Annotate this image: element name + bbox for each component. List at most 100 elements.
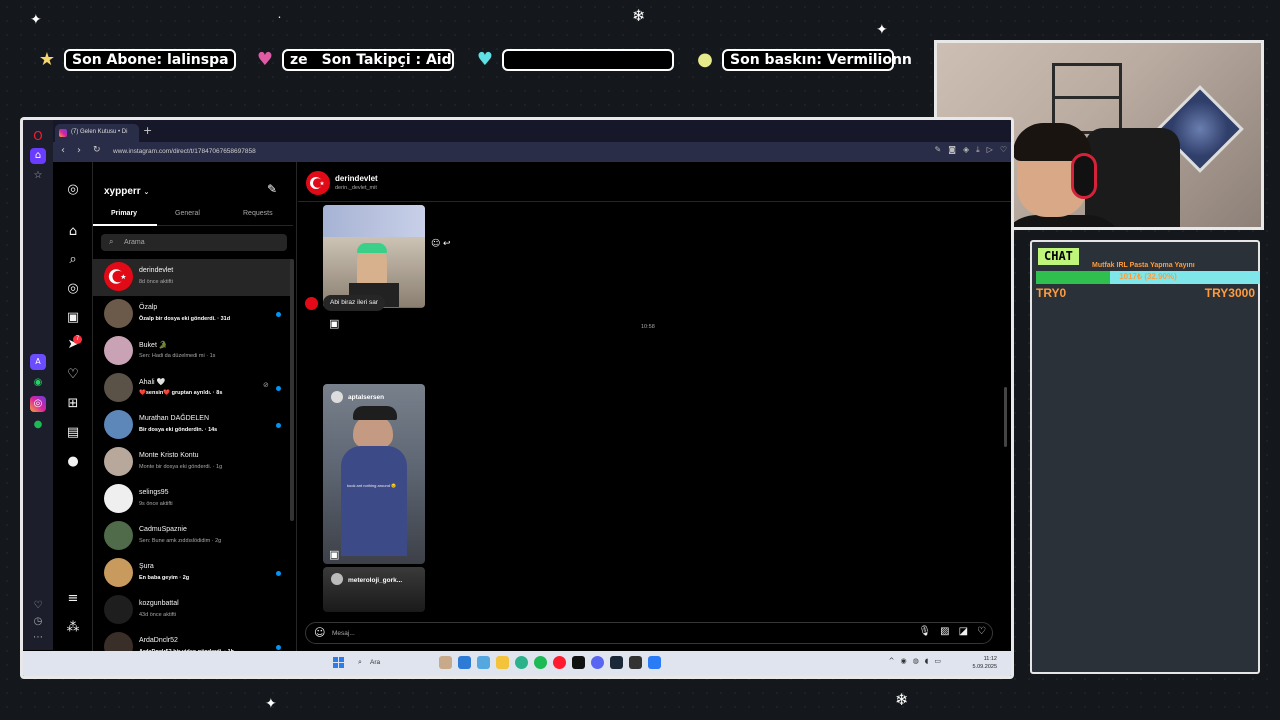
tab-primary[interactable]: Primary bbox=[111, 210, 137, 217]
url-field[interactable]: www.instagram.com/direct/t/1784706765869… bbox=[113, 148, 256, 155]
taskbar-clock[interactable]: 11:12 5.09.2025 bbox=[973, 655, 997, 671]
conversation-item[interactable]: Şura En baba geyim · 2g bbox=[93, 555, 293, 592]
conversation-item[interactable]: ArdaDnclr52ArdaDnclr52 bir video gönderd… bbox=[93, 629, 293, 652]
history-icon[interactable]: ◷ bbox=[30, 614, 46, 630]
play-icon[interactable]: ▷ bbox=[987, 145, 993, 155]
reels-icon[interactable]: ▣ bbox=[65, 310, 81, 326]
image-icon[interactable]: ▨ bbox=[940, 626, 949, 637]
search-input[interactable]: ⌕ Arama bbox=[101, 234, 287, 251]
thread-header[interactable]: derindevlet derin._devlet_mit bbox=[298, 162, 1011, 202]
opera-logo-icon[interactable]: O bbox=[30, 128, 46, 144]
account-switcher[interactable]: xypperr ⌄ bbox=[104, 186, 149, 197]
spotify-icon[interactable]: ● bbox=[30, 417, 46, 433]
spotify-icon[interactable] bbox=[534, 656, 547, 669]
react-icon[interactable]: ☺ bbox=[431, 239, 440, 249]
compose-icon[interactable]: ✎ bbox=[267, 182, 277, 196]
home-icon[interactable]: ⌂ bbox=[30, 148, 46, 164]
inbox-scrollbar[interactable] bbox=[290, 259, 294, 521]
tab-general[interactable]: General bbox=[175, 210, 200, 217]
conversation-item[interactable]: CadmuSpaznie Sen: Bune amk zıddıslödidim … bbox=[93, 518, 293, 555]
heart-icon[interactable]: ♡ bbox=[30, 598, 46, 614]
avatar[interactable] bbox=[104, 447, 133, 476]
tab-requests[interactable]: Requests bbox=[243, 210, 273, 217]
network-icon[interactable]: ◉ bbox=[900, 657, 906, 665]
back-icon[interactable]: ‹ bbox=[61, 145, 65, 156]
avatar[interactable] bbox=[104, 373, 133, 402]
menu-icon[interactable]: ≡ bbox=[65, 591, 81, 607]
meta-apps-icon[interactable]: ⁂ bbox=[65, 620, 81, 636]
reply-icon[interactable]: ↩ bbox=[443, 239, 451, 249]
windows-start-icon[interactable] bbox=[333, 657, 344, 668]
avatar[interactable] bbox=[104, 299, 133, 328]
thread-avatar[interactable] bbox=[306, 171, 330, 195]
instagram-icon[interactable]: ◎ bbox=[30, 396, 46, 412]
avatar[interactable] bbox=[104, 410, 133, 439]
browser-tab[interactable]: (7) Gelen Kutusu • Di bbox=[55, 124, 139, 142]
explore-icon[interactable]: ◎ bbox=[65, 281, 81, 297]
avatar[interactable] bbox=[104, 521, 133, 550]
message-input[interactable]: ☺ Mesaj... 🎙︎ ▨ ◪ ♡ bbox=[305, 622, 993, 644]
conversation-item[interactable]: selings95 9s önce aktifti bbox=[93, 481, 293, 518]
sticker-icon[interactable]: ◪ bbox=[959, 626, 968, 637]
edge-icon[interactable] bbox=[515, 656, 528, 669]
conversation-item[interactable]: derindevlet 8d önce aktifti bbox=[93, 259, 293, 296]
app-icon[interactable] bbox=[648, 656, 661, 669]
star-icon[interactable]: ☆ bbox=[30, 168, 46, 184]
follower-scroll-prefix: ze bbox=[290, 52, 308, 68]
shared-reel[interactable] bbox=[323, 205, 425, 308]
thread-scrollbar[interactable] bbox=[1004, 387, 1007, 447]
new-tab-icon[interactable]: + bbox=[143, 124, 152, 137]
edit-icon[interactable]: ✎ bbox=[935, 145, 942, 155]
profile-icon[interactable]: ● bbox=[65, 454, 81, 470]
avatar[interactable] bbox=[104, 484, 133, 513]
avatar[interactable] bbox=[104, 262, 133, 291]
mic-icon[interactable]: ◍ bbox=[913, 657, 919, 665]
volume-icon[interactable]: ◖ bbox=[925, 657, 929, 665]
chevron-up-icon[interactable]: ^ bbox=[889, 657, 895, 665]
shared-reel-3[interactable]: meteroloji_gork... bbox=[323, 567, 425, 612]
conversation-item[interactable]: Buket 🐊 Sen: Hadi da düzelmedi mi · 1s bbox=[93, 333, 293, 370]
avatar[interactable] bbox=[104, 558, 133, 587]
notifications-icon[interactable]: ♡ bbox=[65, 367, 81, 383]
heart-icon[interactable]: ♡ bbox=[977, 626, 986, 637]
goal-title: Mutfak IRL Pasta Yapma Yayını bbox=[1092, 262, 1195, 269]
emoji-icon[interactable]: ☺ bbox=[314, 626, 325, 639]
discord-icon[interactable] bbox=[591, 656, 604, 669]
avatar[interactable] bbox=[104, 632, 133, 652]
opera-icon[interactable] bbox=[553, 656, 566, 669]
home-icon[interactable]: ⌂ bbox=[65, 224, 81, 240]
conversation-item[interactable]: Ahali 🤍 ❤️sensin❤️ gruptan ayrıldı. · 8s ⊘ bbox=[93, 370, 293, 407]
terminal-icon[interactable] bbox=[572, 656, 585, 669]
heart-icon[interactable]: ♡ bbox=[1000, 145, 1007, 155]
aria-icon[interactable]: A bbox=[30, 354, 46, 370]
search-icon[interactable]: ⌕ bbox=[65, 252, 81, 268]
whatsapp-icon[interactable]: ◉ bbox=[30, 375, 46, 391]
reload-icon[interactable]: ↻ bbox=[93, 145, 101, 155]
avatar[interactable] bbox=[104, 336, 133, 365]
taskbar-search[interactable]: ⌕ Ara bbox=[356, 656, 436, 670]
conversation-item[interactable]: kozgunbattal 43d önce aktifti bbox=[93, 592, 293, 629]
steam-icon[interactable] bbox=[610, 656, 623, 669]
camera-icon[interactable]: ◙ bbox=[948, 145, 956, 155]
dashboard-icon[interactable]: ▤ bbox=[65, 425, 81, 441]
conversation-item[interactable]: Özalp Özalp bir dosya eki gönderdi. · 31d bbox=[93, 296, 293, 333]
conversation-item[interactable]: Monte Kristo Kontu Monte bir dosya eki gö… bbox=[93, 444, 293, 481]
battery-icon[interactable]: ▭ bbox=[934, 657, 941, 665]
more-icon[interactable]: ⋯ bbox=[30, 630, 46, 646]
forward-icon[interactable]: › bbox=[77, 145, 81, 156]
shared-reel-2[interactable]: aptalsersen kook ant nothing around 😊 ▣ bbox=[323, 384, 425, 564]
download-icon[interactable]: ⤓ bbox=[976, 145, 980, 155]
file-explorer-icon[interactable] bbox=[496, 656, 509, 669]
avatar[interactable] bbox=[104, 595, 133, 624]
instagram-logo-icon[interactable]: ◎ bbox=[65, 182, 81, 198]
create-icon[interactable]: ⊞ bbox=[65, 396, 81, 412]
obs-icon[interactable] bbox=[629, 656, 642, 669]
app-icon[interactable] bbox=[439, 656, 452, 669]
task-view-icon[interactable] bbox=[458, 656, 471, 669]
shield-icon[interactable]: ◈ bbox=[963, 145, 969, 155]
conversation-item[interactable]: Murathan DAĞDELEN Bir dosya eki gönderdin… bbox=[93, 407, 293, 444]
copilot-icon[interactable] bbox=[477, 656, 490, 669]
message-bubble[interactable]: Abi biraz ileri sar bbox=[323, 295, 386, 311]
microphone-icon[interactable]: 🎙︎ bbox=[918, 626, 931, 637]
thread-name[interactable]: derindevlet bbox=[335, 174, 378, 183]
